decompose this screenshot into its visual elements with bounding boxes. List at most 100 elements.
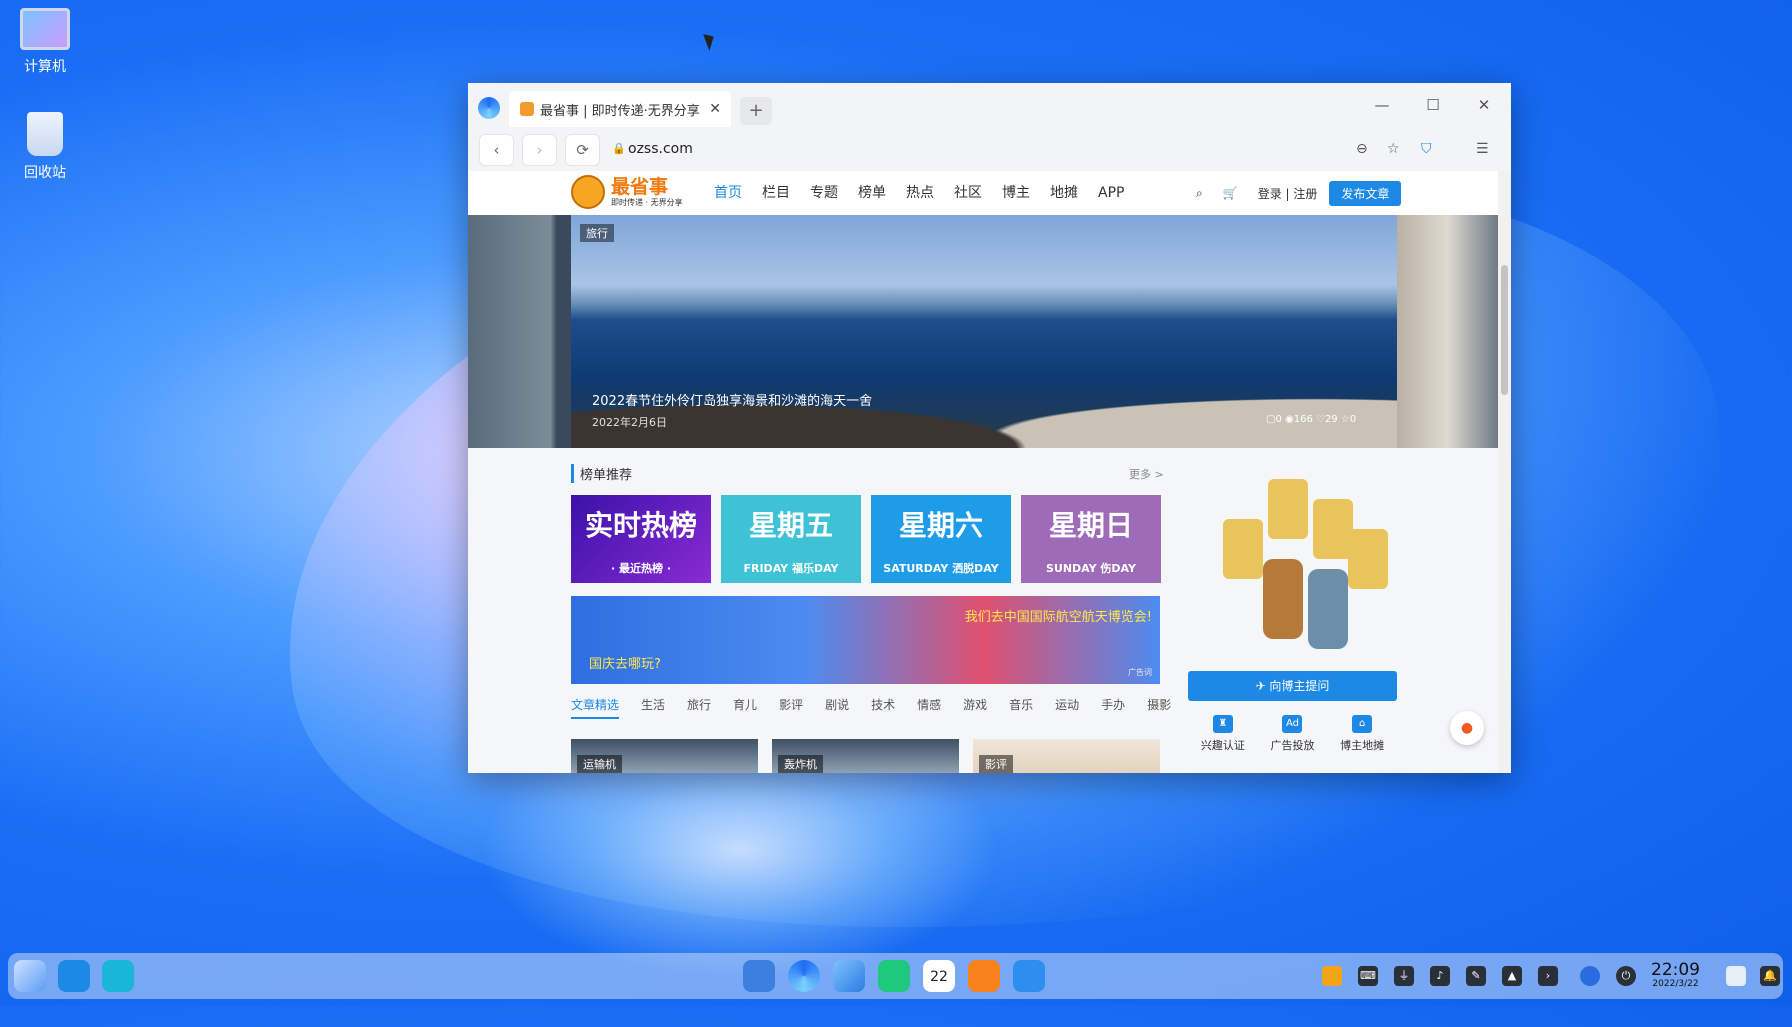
close-window-button[interactable]: ✕ [1469, 93, 1499, 117]
desktop-icon-computer[interactable]: 计算机 [5, 8, 85, 76]
tab-parenting[interactable]: 育儿 [733, 696, 757, 719]
new-tab-button[interactable]: + [740, 97, 772, 125]
calendar-icon[interactable]: 22 [923, 960, 955, 992]
tab-active[interactable]: 最省事 | 即时传递·无界分享 ✕ [509, 91, 731, 127]
menu-item-home[interactable]: 首页 [714, 171, 742, 215]
web-page: 最省事 即时传递 · 无界分享 首页 栏目 专题 榜单 热点 社区 博主 地摊 … [468, 171, 1498, 773]
address-bar[interactable]: 🔒 ozss.com [612, 134, 1511, 164]
tab-figures[interactable]: 手办 [1101, 696, 1125, 719]
tray-app-icon[interactable] [1322, 966, 1342, 986]
settings-gear-icon[interactable] [1013, 960, 1045, 992]
power-icon[interactable]: ⏻ [1616, 966, 1636, 986]
hero-category-badge: 旅行 [580, 224, 614, 242]
tab-tech[interactable]: 技术 [871, 696, 895, 719]
menu-item-topics[interactable]: 专题 [810, 171, 838, 215]
menu-item-stalls[interactable]: 地摊 [1050, 171, 1078, 215]
photos-icon[interactable] [833, 960, 865, 992]
hero-title[interactable]: 2022春节住外伶仃岛独享海景和沙滩的海天一舍 [592, 390, 872, 409]
desktop-icon-label: 回收站 [24, 165, 66, 181]
sidebar-links: ♜ 兴趣认证 Ad 广告投放 ⌂ 博主地摊 [1188, 715, 1397, 753]
home-icon[interactable] [58, 960, 90, 992]
chat-icon[interactable]: ● [1450, 711, 1484, 745]
logo-slogan: 即时传递 · 无界分享 [611, 197, 683, 207]
tab-photography[interactable]: 摄影 [1147, 696, 1171, 719]
sidebar-link-interest-cert[interactable]: ♜ 兴趣认证 [1201, 715, 1245, 753]
keyboard-icon[interactable]: ⌨ [1358, 966, 1378, 986]
rank-section-title: 榜单推荐 [571, 464, 632, 483]
rank-card-realtime[interactable]: 实时热榜 · 最近热榜 · [571, 495, 711, 583]
tab-games[interactable]: 游戏 [963, 696, 987, 719]
tab-life[interactable]: 生活 [641, 696, 665, 719]
publish-article-button[interactable]: 发布文章 [1329, 180, 1402, 206]
sidebar-link-blogger-stall[interactable]: ⌂ 博主地摊 [1340, 715, 1384, 753]
forward-button[interactable]: › [522, 134, 557, 166]
scrollbar-thumb[interactable] [1501, 265, 1508, 395]
app-store-icon[interactable] [968, 960, 1000, 992]
minimize-button[interactable]: — [1367, 93, 1397, 117]
back-button[interactable]: ‹ [479, 134, 514, 166]
article-card[interactable]: 轰炸机 [772, 739, 959, 773]
browser-window: 最省事 | 即时传递·无界分享 ✕ + — ☐ ✕ ‹ › ⟳ 🔒 ozss.c… [468, 83, 1511, 773]
cartoon-illustration [1203, 459, 1393, 649]
login-register-link[interactable]: 登录 | 注册 [1258, 185, 1318, 202]
reload-button[interactable]: ⟳ [565, 134, 600, 166]
article-badge: 影评 [979, 755, 1013, 773]
tab-close-icon[interactable]: ✕ [709, 101, 721, 117]
desktop-icon-trash[interactable]: 回收站 [5, 112, 85, 182]
menu-item-app[interactable]: APP [1098, 171, 1124, 215]
multitask-icon[interactable] [102, 960, 134, 992]
tab-drama[interactable]: 剧说 [825, 696, 849, 719]
maximize-button[interactable]: ☐ [1418, 93, 1448, 117]
tab-music[interactable]: 音乐 [1009, 696, 1033, 719]
network-icon[interactable]: ▲ [1502, 966, 1522, 986]
trash-tray-icon[interactable] [1726, 966, 1746, 986]
clock[interactable]: 22:09 2022/3/22 [1651, 961, 1700, 989]
bookmark-star-icon[interactable]: ☆ [1387, 141, 1400, 157]
menu-item-community[interactable]: 社区 [954, 171, 982, 215]
site-logo[interactable]: 最省事 即时传递 · 无界分享 [571, 175, 683, 209]
rank-card-subtitle: · 最近热榜 · [610, 562, 672, 575]
rank-card-sunday[interactable]: 星期日 SUNDAY 伤DAY [1021, 495, 1161, 583]
expand-tray-icon[interactable]: › [1538, 966, 1558, 986]
file-manager-icon[interactable] [743, 960, 775, 992]
menu-item-rankings[interactable]: 榜单 [858, 171, 886, 215]
favicon-icon [520, 102, 534, 116]
volume-icon[interactable]: ♪ [1430, 966, 1450, 986]
rank-card-friday[interactable]: 星期五 FRIDAY 福乐DAY [721, 495, 861, 583]
airshow-ad-banner[interactable]: 我们去中国国际航空航天博览会! 国庆去哪玩? 广告词 [571, 596, 1160, 684]
ask-blogger-button[interactable]: ✈ 向博主提问 [1188, 671, 1397, 701]
assistant-icon[interactable] [1580, 966, 1600, 986]
zoom-icon[interactable]: ⊖ [1356, 141, 1368, 157]
shield-icon[interactable]: ⛉ [1421, 141, 1432, 157]
more-link[interactable]: 更多 > [1129, 466, 1164, 482]
notification-bell-icon[interactable]: 🔔 [1760, 966, 1780, 986]
cart-icon[interactable]: 🛒 [1223, 186, 1238, 200]
hero-carousel[interactable]: 旅行 2022春节住外伶仃岛独享海景和沙滩的海天一舍 2022年2月6日 ▢0 … [468, 215, 1498, 448]
music-icon[interactable] [878, 960, 910, 992]
page-scrollbar[interactable] [1498, 171, 1511, 773]
hero-next-preview[interactable] [1397, 215, 1498, 448]
menu-item-bloggers[interactable]: 博主 [1002, 171, 1030, 215]
menu-item-columns[interactable]: 栏目 [762, 171, 790, 215]
menu-item-hot[interactable]: 热点 [906, 171, 934, 215]
article-card[interactable]: 影评 [973, 739, 1160, 773]
pen-icon[interactable]: ✎ [1466, 966, 1486, 986]
browser-icon[interactable] [788, 960, 820, 992]
tab-featured[interactable]: 文章精选 [571, 696, 620, 719]
tab-emotion[interactable]: 情感 [917, 696, 941, 719]
usb-icon[interactable]: ⏚ [1394, 966, 1414, 986]
search-icon[interactable]: ⌕ [1196, 186, 1203, 201]
tab-movie-review[interactable]: 影评 [779, 696, 803, 719]
menu-icon[interactable]: ☰ [1476, 141, 1489, 157]
article-card[interactable]: 运输机 [571, 739, 758, 773]
logo-title: 最省事 [611, 175, 669, 198]
ad-icon: Ad [1282, 715, 1303, 733]
sidebar-link-advertise[interactable]: Ad 广告投放 [1270, 715, 1314, 753]
tab-travel[interactable]: 旅行 [687, 696, 711, 719]
sidebar-link-label: 博主地摊 [1340, 739, 1385, 752]
launcher-icon[interactable] [14, 960, 46, 992]
banner-question: 国庆去哪玩? [589, 657, 661, 672]
tab-sports[interactable]: 运动 [1055, 696, 1079, 719]
rank-card-saturday[interactable]: 星期六 SATURDAY 洒脱DAY [871, 495, 1011, 583]
title-bar: 最省事 | 即时传递·无界分享 ✕ + — ☐ ✕ [468, 83, 1511, 127]
